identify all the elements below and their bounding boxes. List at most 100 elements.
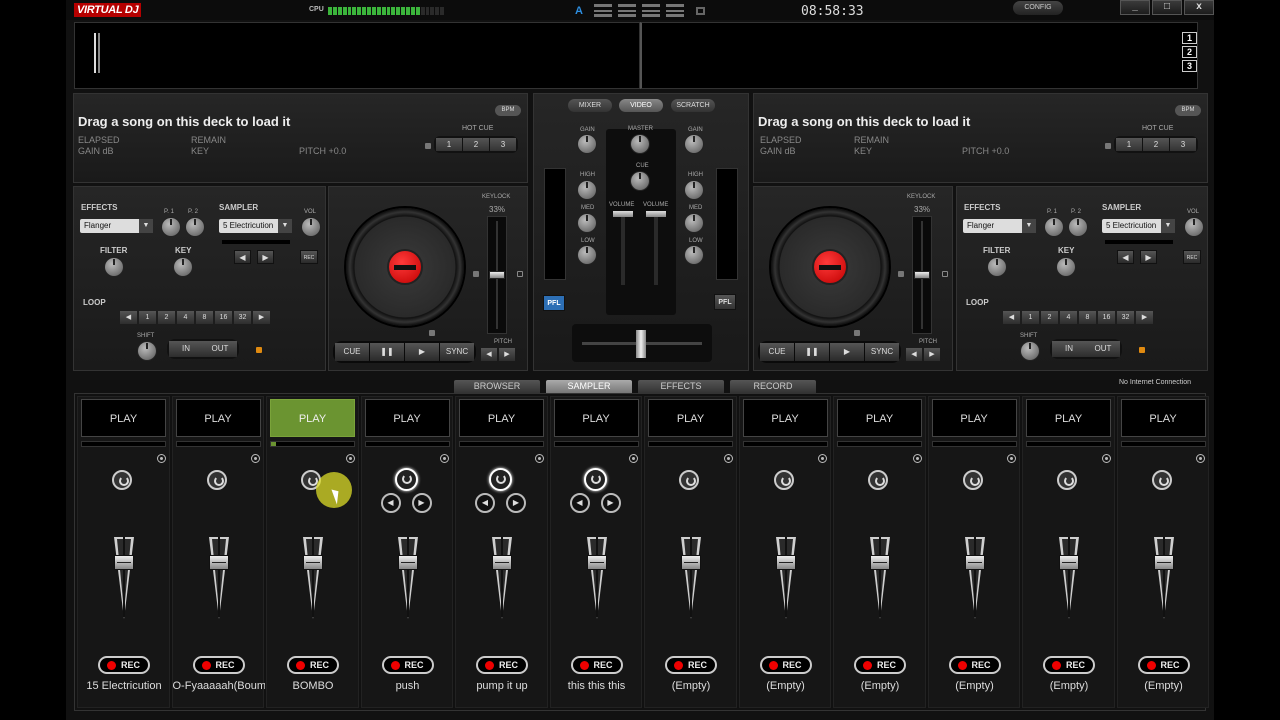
sampler-volume-fader[interactable]: [397, 537, 418, 621]
sampler-play-button[interactable]: PLAY: [931, 399, 1017, 437]
slot-options-icon[interactable]: [345, 454, 355, 463]
loop-mode-icon[interactable]: [583, 468, 607, 491]
loop-prev-button[interactable]: ◀: [1003, 311, 1020, 324]
loop-2-button[interactable]: 2: [1041, 311, 1058, 324]
layout-2-icon[interactable]: [618, 4, 636, 17]
loop-16-button[interactable]: 16: [215, 311, 232, 324]
lock-icon[interactable]: [854, 330, 860, 336]
waveform-left[interactable]: [74, 22, 640, 89]
fader-handle[interactable]: [492, 555, 512, 570]
sampler-play-button[interactable]: PLAY: [742, 399, 828, 437]
sampler-rec-button[interactable]: REC: [381, 656, 434, 674]
sampler-rec-button[interactable]: REC: [948, 656, 1001, 674]
lock-icon[interactable]: [473, 271, 479, 277]
deck-2-button[interactable]: 2: [1182, 46, 1197, 58]
slot-options-icon[interactable]: [629, 454, 638, 463]
sampler-vol-knob[interactable]: [1185, 218, 1203, 236]
minimize-button[interactable]: _: [1120, 0, 1150, 15]
fader-handle[interactable]: [870, 555, 890, 570]
sampler-play-button[interactable]: PLAY: [270, 399, 355, 437]
pitch-bend-up-button[interactable]: ▶: [924, 348, 940, 361]
loop-next-button[interactable]: ▶: [1136, 311, 1153, 324]
jog-wheel[interactable]: [346, 208, 464, 326]
loop-next-button[interactable]: ▶: [253, 311, 270, 324]
sampler-prev-button[interactable]: ◀: [1117, 250, 1134, 264]
effect-select[interactable]: Flanger ▼: [80, 219, 153, 233]
tab-effects[interactable]: EFFECTS: [638, 380, 724, 393]
fader-handle[interactable]: [397, 555, 418, 570]
loop-out-button[interactable]: OUT: [203, 341, 237, 357]
sampler-rec-button[interactable]: REC: [300, 250, 318, 264]
gain-right-knob[interactable]: [685, 135, 703, 153]
sampler-rec-button[interactable]: REC: [759, 656, 812, 674]
loop-mode-icon[interactable]: [773, 470, 794, 490]
loop-mode-icon[interactable]: [394, 468, 418, 491]
loop-mode-icon[interactable]: [206, 470, 227, 490]
loop-4-button[interactable]: 4: [1060, 311, 1077, 324]
jog-wheel[interactable]: [771, 208, 889, 326]
sampler-volume-fader[interactable]: [775, 537, 796, 621]
tab-sampler[interactable]: SAMPLER: [546, 380, 632, 393]
pitch-handle[interactable]: [489, 271, 505, 279]
loop-1-button[interactable]: 1: [1022, 311, 1039, 324]
low-right-knob[interactable]: [685, 246, 703, 264]
hotcue-2-button[interactable]: 2: [463, 138, 489, 151]
sampler-next-button[interactable]: ▶: [1140, 250, 1157, 264]
key-knob[interactable]: [174, 258, 192, 276]
fader-handle[interactable]: [1153, 555, 1174, 570]
loop-1-button[interactable]: 1: [139, 311, 156, 324]
pitch-handle[interactable]: [914, 271, 930, 279]
hotcue-3-button[interactable]: 3: [490, 138, 516, 151]
close-button[interactable]: x: [1184, 0, 1214, 15]
sampler-select[interactable]: 5 Electricution ▼: [219, 219, 292, 233]
lock-icon[interactable]: [898, 271, 904, 277]
high-left-knob[interactable]: [578, 181, 596, 199]
pfl-left-button[interactable]: PFL: [543, 295, 565, 311]
loop-out-button[interactable]: OUT: [1086, 341, 1120, 357]
slot-next-icon[interactable]: ▶: [411, 493, 432, 513]
loop-in-button[interactable]: IN: [169, 341, 203, 357]
hotcue-3-button[interactable]: 3: [1170, 138, 1196, 151]
sampler-rec-button[interactable]: REC: [1043, 656, 1095, 674]
layout-1-icon[interactable]: [594, 4, 612, 17]
loop-mode-icon[interactable]: [112, 470, 132, 490]
pfl-right-button[interactable]: PFL: [714, 294, 736, 310]
key-knob[interactable]: [1057, 258, 1075, 276]
pause-button[interactable]: ❚❚: [795, 343, 829, 361]
sampler-play-button[interactable]: PLAY: [553, 399, 639, 437]
loop-lock-icon[interactable]: [256, 347, 262, 353]
fader-handle[interactable]: [208, 555, 229, 570]
tab-mixer[interactable]: MIXER: [568, 99, 612, 112]
deck-1-button[interactable]: 1: [1182, 32, 1197, 44]
hotcue-1-button[interactable]: 1: [436, 138, 462, 151]
sampler-select[interactable]: 5 Electricution ▼: [1102, 219, 1175, 233]
sampler-play-button[interactable]: PLAY: [648, 399, 733, 437]
pitch-bend-down-button[interactable]: ◀: [906, 348, 922, 361]
slot-options-icon[interactable]: [1196, 454, 1205, 463]
slot-prev-icon[interactable]: ◀: [475, 493, 495, 513]
sampler-volume-fader[interactable]: [114, 537, 134, 621]
sampler-rec-button[interactable]: REC: [570, 656, 623, 674]
loop-8-button[interactable]: 8: [196, 311, 213, 324]
tab-browser[interactable]: BROWSER: [454, 380, 540, 393]
slot-prev-icon[interactable]: ◀: [380, 493, 401, 513]
sampler-vol-knob[interactable]: [302, 218, 320, 236]
filter-knob[interactable]: [105, 258, 123, 276]
slot-next-icon[interactable]: ▶: [600, 493, 621, 513]
fader-handle[interactable]: [586, 555, 607, 570]
slot-options-icon[interactable]: [1007, 454, 1016, 463]
fader-handle[interactable]: [114, 555, 134, 570]
bpm-button[interactable]: BPM: [495, 105, 521, 116]
sampler-rec-button[interactable]: REC: [854, 656, 906, 674]
pause-button[interactable]: ❚❚: [370, 343, 404, 361]
sampler-rec-button[interactable]: REC: [1137, 656, 1190, 674]
sampler-rec-button[interactable]: REC: [1183, 250, 1201, 264]
filter-knob[interactable]: [988, 258, 1006, 276]
loop-prev-button[interactable]: ◀: [120, 311, 137, 324]
deck-3-button[interactable]: 3: [1182, 60, 1197, 72]
slot-next-icon[interactable]: ▶: [506, 493, 526, 513]
cue-mix-knob[interactable]: [631, 172, 649, 190]
fader-handle[interactable]: [681, 555, 701, 570]
cue-button[interactable]: CUE: [335, 343, 369, 361]
pitch-bend-down-button[interactable]: ◀: [481, 348, 497, 361]
